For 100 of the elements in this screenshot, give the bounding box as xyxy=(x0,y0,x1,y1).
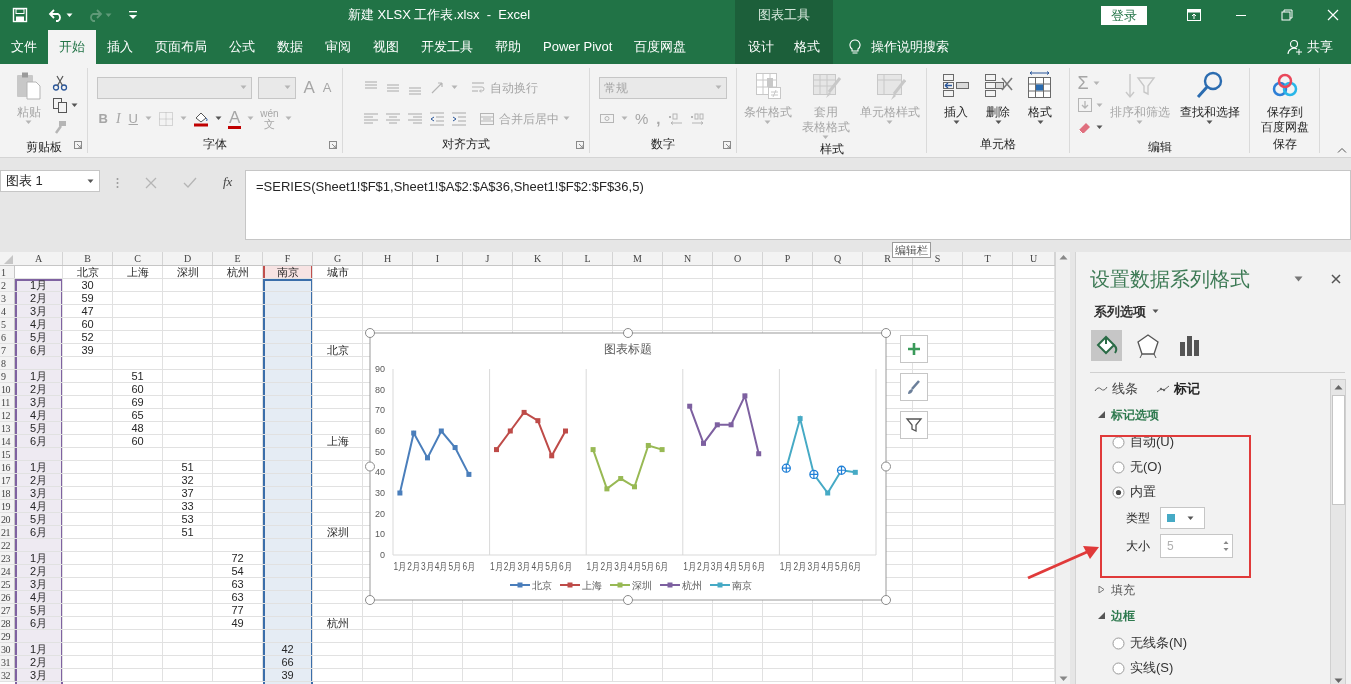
lightbulb-icon[interactable] xyxy=(849,39,861,55)
insert-function-button[interactable]: fx xyxy=(223,175,233,188)
caret-icon[interactable] xyxy=(214,116,222,121)
line-series[interactable] xyxy=(397,428,472,496)
ribbon-tab[interactable]: 文件 xyxy=(0,30,48,64)
ribbon-tab[interactable]: 视图 xyxy=(362,30,410,64)
row-header[interactable]: 12 xyxy=(0,409,15,421)
column-header[interactable]: A xyxy=(15,252,63,265)
row-header[interactable]: 11 xyxy=(0,396,15,408)
ribbon-tab[interactable]: 开始 xyxy=(48,30,96,64)
options-menu[interactable]: 系列选项 xyxy=(1094,302,1159,322)
column-header[interactable]: E xyxy=(213,252,263,265)
scroll-down-icon[interactable] xyxy=(1058,676,1068,682)
check-icon[interactable] xyxy=(183,177,197,189)
column-header[interactable]: M xyxy=(613,252,663,265)
ribbon-tab[interactable]: 帮助 xyxy=(484,30,532,64)
caret-icon[interactable] xyxy=(1095,124,1103,130)
legend-marker[interactable] xyxy=(559,582,581,588)
legend-label[interactable]: 北京 xyxy=(532,580,552,591)
row-header[interactable]: 5 xyxy=(0,318,15,330)
caret-icon[interactable] xyxy=(1294,276,1303,282)
line-series[interactable] xyxy=(494,409,568,459)
column-header[interactable]: K xyxy=(513,252,563,265)
radio-option[interactable]: 内置 xyxy=(1112,479,1330,505)
row-header[interactable]: 18 xyxy=(0,487,15,499)
resize-handle[interactable] xyxy=(881,595,891,605)
radio-option[interactable]: 无线条(N) xyxy=(1112,630,1330,656)
chart-element-button[interactable] xyxy=(900,411,928,439)
row-header[interactable]: 19 xyxy=(0,500,15,512)
row-header[interactable]: 4 xyxy=(0,305,15,317)
ribbon-tab[interactable]: 公式 xyxy=(218,30,266,64)
legend-label[interactable]: 杭州 xyxy=(682,580,702,591)
row-header[interactable]: 28 xyxy=(0,617,15,629)
row-header[interactable]: 22 xyxy=(0,539,15,551)
ribbon-tab[interactable]: 设计 xyxy=(738,30,784,64)
row-header[interactable]: 24 xyxy=(0,565,15,577)
row-header[interactable]: 8 xyxy=(0,357,15,369)
launcher-icon[interactable] xyxy=(723,141,731,149)
column-header[interactable]: H xyxy=(363,252,413,265)
column-header[interactable]: G xyxy=(313,252,363,265)
ribbon-button[interactable]: 查找和选择 xyxy=(1176,68,1243,125)
ribbon-tab[interactable]: 审阅 xyxy=(314,30,362,64)
collapse-ribbon-icon[interactable] xyxy=(1337,147,1347,153)
row-header[interactable]: 20 xyxy=(0,513,15,525)
legend-marker[interactable] xyxy=(709,582,731,588)
launcher-icon[interactable] xyxy=(329,141,337,149)
ribbon-tab[interactable]: Power Pivot xyxy=(532,30,624,64)
marker-type-dropdown[interactable] xyxy=(1160,507,1205,529)
row-header[interactable]: 3 xyxy=(0,292,15,304)
ribbon-display-icon[interactable] xyxy=(1187,9,1201,21)
resize-handle[interactable] xyxy=(365,595,375,605)
resize-handle[interactable] xyxy=(881,461,891,472)
ribbon-button[interactable]: 插入 xyxy=(937,68,975,125)
row-header[interactable]: 25 xyxy=(0,578,15,590)
chart-element-button[interactable] xyxy=(900,335,928,363)
row-header[interactable]: 29 xyxy=(0,630,15,642)
section-header[interactable]: 填充 xyxy=(1098,581,1330,598)
resize-handle[interactable] xyxy=(623,595,633,605)
scroll-up-icon[interactable] xyxy=(1333,383,1343,390)
resize-handle[interactable] xyxy=(365,328,375,338)
legend-marker[interactable] xyxy=(609,582,631,588)
sign-in-button[interactable]: 登录 xyxy=(1101,5,1147,25)
section-header[interactable]: 边框 xyxy=(1098,607,1330,624)
selection-handle[interactable] xyxy=(809,469,819,480)
pane-tab[interactable]: 标记 xyxy=(1156,378,1200,399)
column-header[interactable]: D xyxy=(163,252,213,265)
section-header[interactable]: 标记选项 xyxy=(1098,406,1330,423)
close-icon[interactable] xyxy=(1331,274,1341,284)
legend-marker[interactable] xyxy=(509,582,531,588)
scroll-up-icon[interactable] xyxy=(1058,254,1068,260)
share-button[interactable]: 共享 xyxy=(1307,37,1333,57)
chart-area[interactable] xyxy=(369,332,887,601)
legend-label[interactable]: 深圳 xyxy=(632,580,652,591)
caret-icon[interactable] xyxy=(1206,120,1213,125)
launcher-icon[interactable] xyxy=(576,141,584,149)
line-series[interactable] xyxy=(687,392,762,457)
column-header[interactable]: O xyxy=(713,252,763,265)
column-header[interactable]: N xyxy=(663,252,713,265)
scroll-down-icon[interactable] xyxy=(1333,677,1343,684)
row-header[interactable]: 7 xyxy=(0,344,15,356)
row-header[interactable]: 21 xyxy=(0,526,15,538)
person-add-icon[interactable] xyxy=(1287,39,1303,55)
caret-icon[interactable] xyxy=(994,120,1002,125)
launcher-icon[interactable] xyxy=(74,141,82,149)
row-header[interactable]: 2 xyxy=(0,279,15,291)
name-box[interactable]: 图表 1 xyxy=(0,170,100,192)
scroll-thumb[interactable] xyxy=(1331,394,1345,505)
column-header[interactable]: J xyxy=(463,252,513,265)
row-header[interactable]: 15 xyxy=(0,448,15,460)
caret-icon[interactable] xyxy=(952,120,960,125)
cancel-icon[interactable] xyxy=(145,177,157,189)
radio-option[interactable]: 自动(U) xyxy=(1112,429,1330,455)
redo-icon[interactable] xyxy=(87,8,103,22)
caret-icon[interactable] xyxy=(1036,120,1044,125)
ribbon-button[interactable]: 保存到 百度网盘 xyxy=(1257,68,1312,135)
column-header[interactable]: C xyxy=(113,252,163,265)
row-header[interactable]: 32 xyxy=(0,669,15,681)
ribbon-tab[interactable]: 开发工具 xyxy=(410,30,484,64)
chart-title[interactable]: 图表标题 xyxy=(604,342,652,356)
row-header[interactable]: 30 xyxy=(0,643,15,655)
